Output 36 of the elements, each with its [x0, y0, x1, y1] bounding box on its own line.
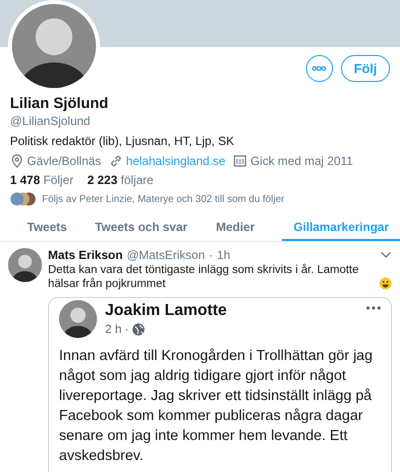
location-pin-icon: [10, 154, 24, 168]
post-text: Innan avfärd till Kronogården i Trollhättan gör jag något som jag aldrig tidigare gjort inför något livereportage. Jag skriver ett tidsinställt inlägg på Facebook som kommer publiceras några dagar senare om jag inte kommer hem levande. Ett avskedsbrev.: [59, 347, 374, 466]
post-author: Joakim Lamotte: [105, 302, 227, 320]
embedded-post-card[interactable]: [48, 297, 392, 472]
follow-button[interactable]: Följ: [340, 55, 390, 82]
profile-bio: Politisk redaktör (lib), Ljusnan, HT, Ljp, SK: [10, 134, 236, 148]
follow-count-link[interactable]: 2 223 följare: [87, 173, 154, 187]
more-icon: [312, 66, 326, 71]
profile-tab[interactable]: Tweets: [0, 216, 94, 241]
tweet-time: 1h: [216, 248, 230, 262]
tweet-handle: @MatsErikson: [126, 248, 205, 262]
joined-date: Gick med maj 2011: [250, 154, 353, 168]
link-icon: [109, 154, 124, 168]
post-avatar: [59, 300, 97, 338]
followed-by-text: Följs av Peter Linzie, Materye och 302 till som du följer: [42, 194, 284, 204]
profile-tab[interactable]: Tweets och svar: [94, 216, 188, 241]
tweet-author: Mats Erikson: [48, 248, 123, 262]
follow-count-link[interactable]: 1 478 Följer: [10, 173, 74, 187]
more-button[interactable]: [306, 55, 333, 82]
profile-name: Lilian Sjölund: [10, 95, 110, 112]
profile-tab[interactable]: Medier: [188, 216, 282, 241]
location-text: Gävle/Bollnäs: [27, 154, 102, 168]
calendar-icon: [233, 154, 248, 168]
profile-handle: @LilianSjolund: [10, 114, 92, 128]
website-link[interactable]: helahalsingland.se: [126, 154, 226, 168]
tweet-avatar: [8, 248, 42, 282]
tweet-text: Detta kan vara det töntigaste inlägg som skrivits i år. Lamotte hälsar från pojkrummet: [48, 263, 360, 291]
follower-avatars-icon: [10, 192, 36, 206]
post-time: 2 h: [105, 322, 122, 336]
separator-dot: ·: [208, 248, 213, 262]
globe-icon: [132, 322, 145, 336]
chevron-down-icon: [380, 251, 392, 259]
smiley-icon: [379, 277, 392, 290]
more-icon: [366, 306, 381, 310]
separator-dot: ·: [124, 322, 129, 336]
profile-tab[interactable]: Gillamarkeringar: [282, 216, 400, 241]
